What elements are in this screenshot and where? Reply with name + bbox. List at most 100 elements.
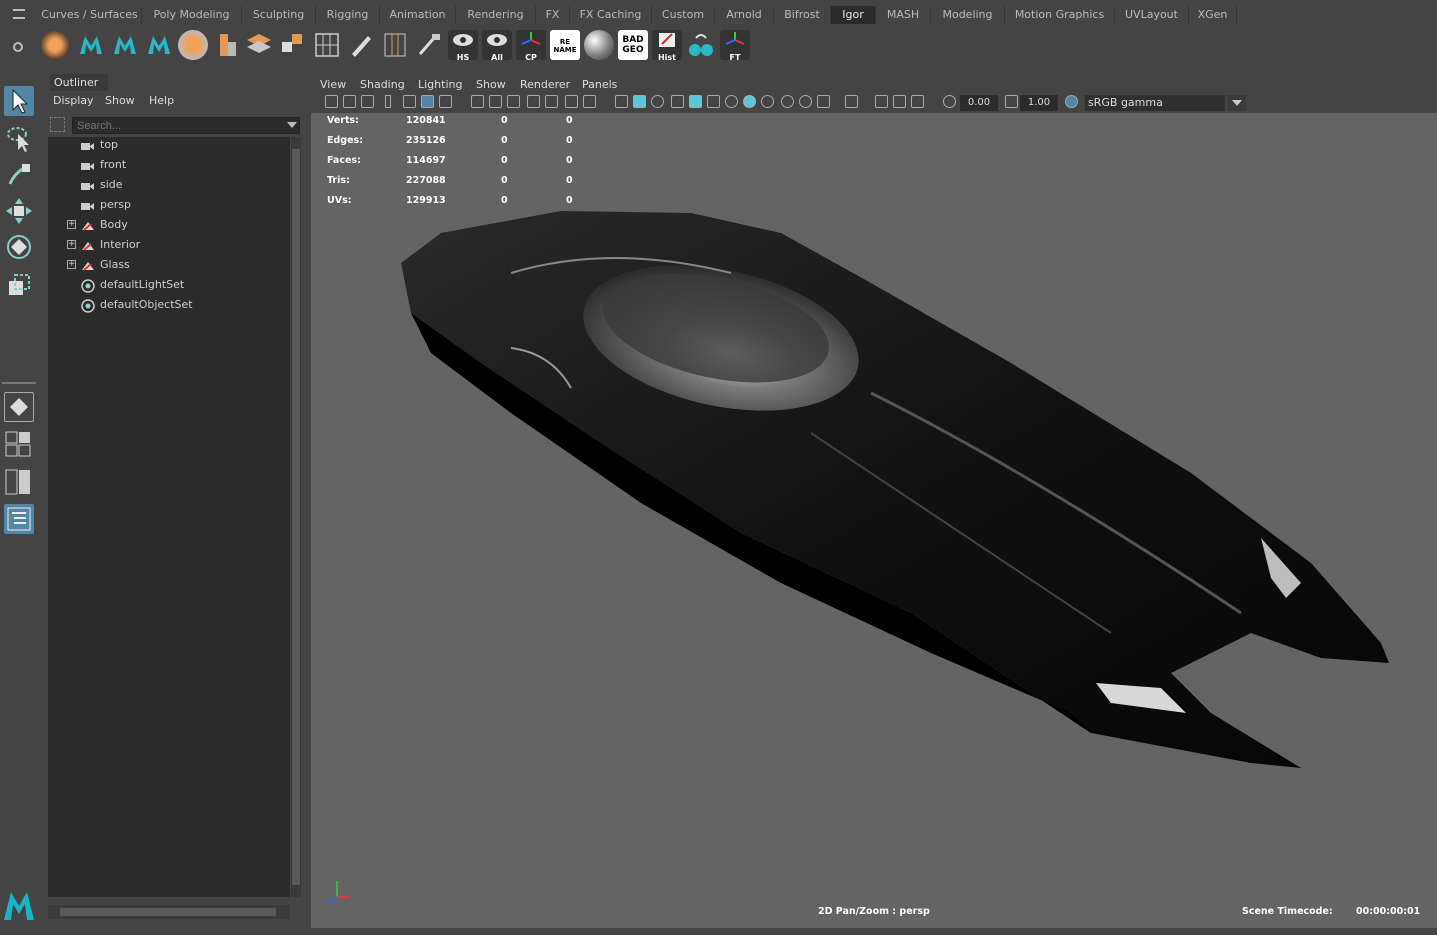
four-pane-layout-icon[interactable] bbox=[4, 430, 34, 460]
smooth-shade-icon[interactable] bbox=[633, 95, 646, 108]
2d-pan-zoom-icon[interactable] bbox=[421, 95, 434, 108]
gamma-field[interactable]: 1.00 bbox=[1020, 95, 1058, 111]
tree-item-persp[interactable]: persp bbox=[48, 195, 290, 215]
viewport-menu-lighting[interactable]: Lighting bbox=[418, 78, 462, 91]
outliner-menu-help[interactable]: Help bbox=[149, 94, 174, 107]
shelf-combine-icon[interactable] bbox=[278, 30, 308, 60]
gate-mask-icon[interactable] bbox=[527, 95, 540, 108]
exposure-icon[interactable] bbox=[943, 95, 956, 108]
shelf-maya-logo-icon-1[interactable] bbox=[76, 30, 106, 60]
image-plane-icon[interactable] bbox=[403, 95, 416, 108]
outliner-menu-show[interactable]: Show bbox=[105, 94, 135, 107]
shelf-tab-igor[interactable]: Igor bbox=[831, 6, 876, 24]
shelf-tab-animation[interactable]: Animation bbox=[380, 6, 456, 24]
shelf-all-icon[interactable]: All bbox=[482, 30, 512, 62]
camera-lock-icon[interactable] bbox=[361, 95, 374, 108]
viewport-menu-show[interactable]: Show bbox=[476, 78, 506, 91]
grease-pencil-icon[interactable] bbox=[439, 95, 452, 108]
color-management-icon[interactable] bbox=[1065, 95, 1078, 108]
xray-icon[interactable] bbox=[689, 95, 702, 108]
film-gate-icon[interactable] bbox=[489, 95, 502, 108]
expand-icon[interactable]: + bbox=[67, 240, 76, 249]
shelf-hs-icon[interactable]: HS bbox=[448, 30, 478, 62]
tree-item-front[interactable]: front bbox=[48, 155, 290, 175]
single-pane-layout-icon[interactable] bbox=[4, 392, 34, 422]
shelf-tab-sculpting[interactable]: Sculpting bbox=[242, 6, 316, 24]
search-dropdown-icon[interactable] bbox=[287, 122, 297, 128]
shelf-tab-rigging[interactable]: Rigging bbox=[316, 6, 380, 24]
rotate-tool-icon[interactable] bbox=[4, 232, 34, 262]
select-tool-icon[interactable] bbox=[4, 86, 34, 116]
shelf-cube-icon[interactable] bbox=[40, 30, 70, 60]
outliner-menu-display[interactable]: Display bbox=[53, 94, 94, 107]
grid-icon[interactable] bbox=[471, 95, 484, 108]
viewport-menu-shading[interactable]: Shading bbox=[360, 78, 405, 91]
tree-item-defaultobjectset[interactable]: defaultObjectSet bbox=[48, 295, 290, 315]
shelf-tab-fx[interactable]: FX bbox=[536, 6, 570, 24]
color-space-select[interactable]: sRGB gamma bbox=[1085, 95, 1225, 111]
field-chart-icon[interactable] bbox=[545, 95, 558, 108]
shelf-tab-arnold[interactable]: Arnold bbox=[715, 6, 774, 24]
two-pane-layout-icon[interactable] bbox=[4, 468, 34, 498]
default-material-icon[interactable] bbox=[651, 95, 664, 108]
bookmark-icon[interactable] bbox=[385, 95, 391, 108]
shelf-extrude-icon[interactable] bbox=[212, 30, 242, 60]
depth-of-field-icon[interactable] bbox=[817, 95, 830, 108]
scroll-thumb[interactable] bbox=[60, 908, 276, 916]
shelf-grid-icon[interactable] bbox=[312, 30, 342, 60]
shelf-tab-uvlayout[interactable]: UVLayout bbox=[1115, 6, 1189, 24]
tree-item-body[interactable]: + Body bbox=[48, 215, 290, 235]
shelf-cp-icon[interactable]: CP bbox=[516, 30, 546, 62]
shelf-ft-icon[interactable]: FT bbox=[720, 30, 750, 62]
shadows-icon[interactable] bbox=[743, 95, 756, 108]
safe-action-icon[interactable] bbox=[565, 95, 578, 108]
camera-attributes-icon[interactable] bbox=[343, 95, 356, 108]
shelf-tab-custom[interactable]: Custom bbox=[652, 6, 715, 24]
shelf-tab-poly-modeling[interactable]: Poly Modeling bbox=[142, 6, 242, 24]
color-space-dropdown-icon[interactable] bbox=[1228, 95, 1246, 111]
move-tool-icon[interactable] bbox=[4, 196, 34, 226]
paint-select-tool-icon[interactable] bbox=[4, 160, 34, 190]
shelf-maya-logo-icon-2[interactable] bbox=[110, 30, 140, 60]
shelf-menu-icon[interactable] bbox=[13, 9, 25, 19]
motion-blur-icon[interactable] bbox=[781, 95, 794, 108]
shelf-pencil-icon[interactable] bbox=[346, 30, 376, 60]
exposure-field[interactable]: 0.00 bbox=[960, 95, 998, 111]
shelf-tab-bifrost[interactable]: Bifrost bbox=[774, 6, 831, 24]
shelf-tab-rendering[interactable]: Rendering bbox=[456, 6, 536, 24]
3d-viewport[interactable]: Verts: 120841 0 0 Edges: 235126 0 0 Face… bbox=[311, 113, 1437, 928]
safe-title-icon[interactable] bbox=[583, 95, 596, 108]
shelf-tab-mash[interactable]: MASH bbox=[876, 6, 931, 24]
scroll-thumb[interactable] bbox=[292, 149, 300, 885]
use-all-lights-icon[interactable] bbox=[725, 95, 738, 108]
shelf-tab-curves-surfaces[interactable]: Curves / Surfaces bbox=[38, 6, 142, 24]
wireframe-on-shaded-icon[interactable] bbox=[671, 95, 684, 108]
shelf-settings-icon[interactable] bbox=[13, 42, 23, 52]
shelf-tab-xgen[interactable]: XGen bbox=[1189, 6, 1237, 24]
select-camera-icon[interactable] bbox=[325, 95, 338, 108]
tree-item-interior[interactable]: + Interior bbox=[48, 235, 290, 255]
viewport-menu-panels[interactable]: Panels bbox=[582, 78, 617, 91]
tree-item-glass[interactable]: + Glass bbox=[48, 255, 290, 275]
wireframe-icon[interactable] bbox=[615, 95, 628, 108]
shelf-tab-motion-graphics[interactable]: Motion Graphics bbox=[1005, 6, 1115, 24]
anti-aliasing-icon[interactable] bbox=[799, 95, 812, 108]
outliner-tab[interactable]: Outliner bbox=[50, 74, 108, 91]
outliner-vertical-scrollbar[interactable] bbox=[291, 137, 301, 897]
isolate-select-icon[interactable] bbox=[845, 95, 858, 108]
shelf-brush-icon[interactable] bbox=[414, 30, 444, 60]
viewport-menu-renderer[interactable]: Renderer bbox=[520, 78, 570, 91]
tree-item-side[interactable]: side bbox=[48, 175, 290, 195]
shelf-shader-ball-icon[interactable] bbox=[584, 30, 614, 60]
gamma-icon[interactable] bbox=[1005, 95, 1018, 108]
shelf-maya-logo-icon-3[interactable] bbox=[144, 30, 174, 60]
filter-icon[interactable] bbox=[50, 117, 65, 132]
xray-active-icon[interactable] bbox=[893, 95, 906, 108]
shelf-tab-fx-caching[interactable]: FX Caching bbox=[570, 6, 652, 24]
viewport-menu-view[interactable]: View bbox=[320, 78, 346, 91]
screen-space-ao-icon[interactable] bbox=[761, 95, 774, 108]
tree-item-defaultlightset[interactable]: defaultLightSet bbox=[48, 275, 290, 295]
shelf-rename-icon[interactable]: RE NAME bbox=[550, 30, 580, 60]
textured-icon[interactable] bbox=[707, 95, 720, 108]
tree-item-top[interactable]: top bbox=[48, 135, 290, 155]
